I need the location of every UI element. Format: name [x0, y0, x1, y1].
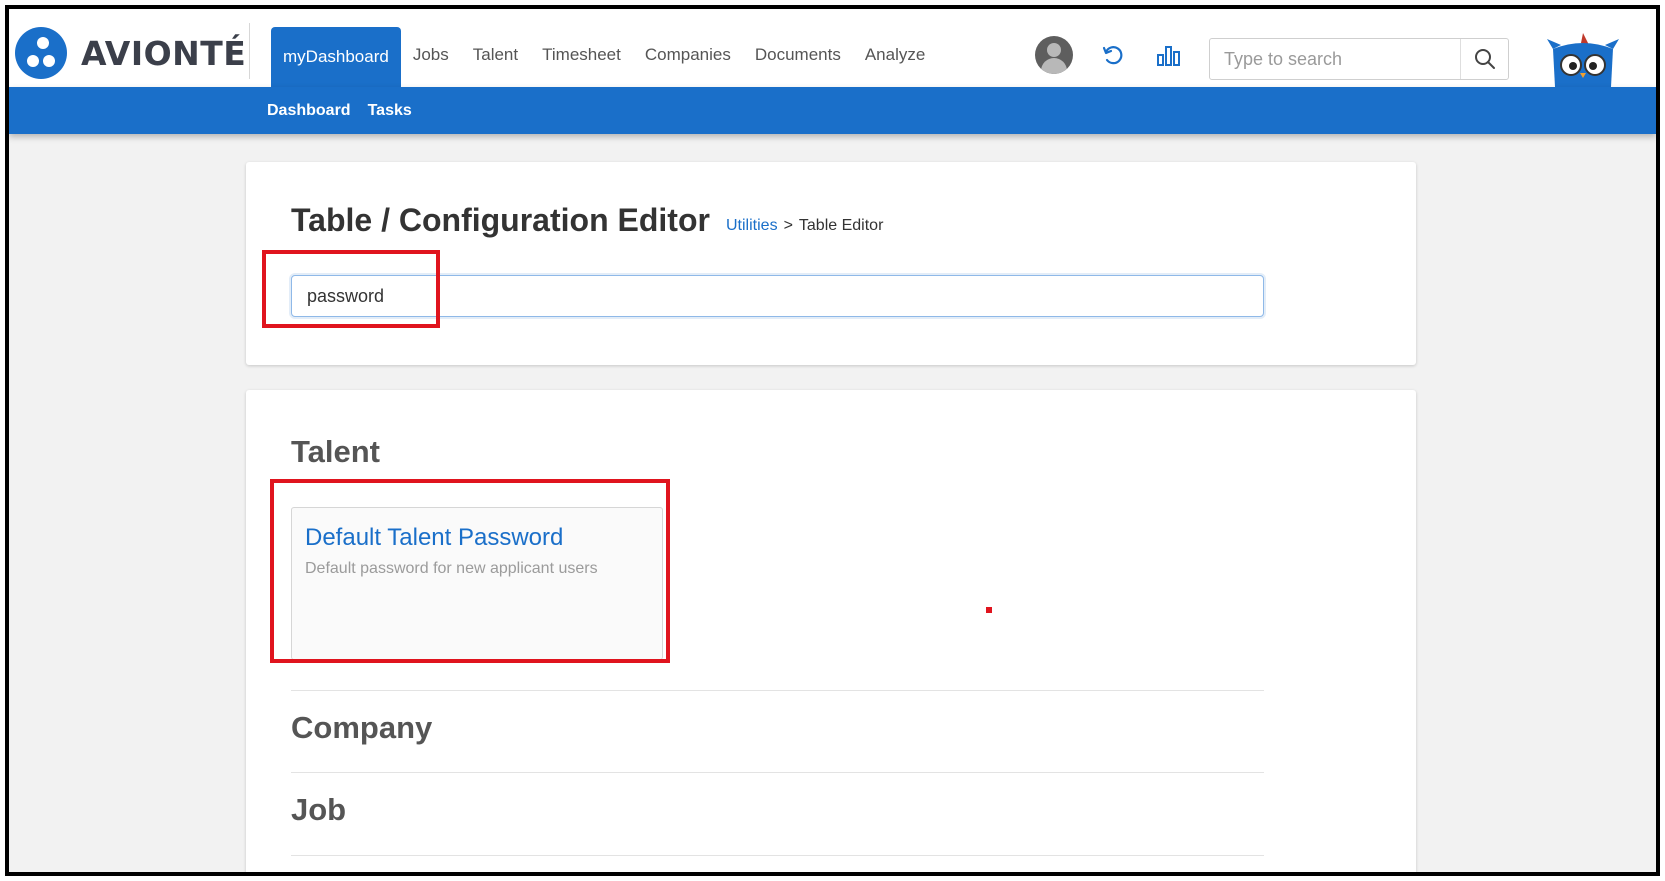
- section-title-talent: Talent: [291, 434, 380, 469]
- search-icon[interactable]: [1460, 39, 1508, 79]
- annotation-dot: [986, 607, 992, 613]
- brand-logo[interactable]: AVIONTÉ: [15, 27, 246, 79]
- breadcrumb: Utilities > Table Editor: [726, 217, 883, 235]
- brand-name: AVIONTÉ: [81, 33, 247, 73]
- sub-nav-bar: Dashboard Tasks: [9, 87, 1656, 134]
- main-nav: myDashboard Jobs Talent Timesheet Compan…: [271, 27, 937, 87]
- section-divider: [291, 855, 1264, 856]
- section-divider: [291, 690, 1264, 691]
- subnav-item-tasks[interactable]: Tasks: [368, 102, 412, 120]
- nav-item-companies[interactable]: Companies: [633, 27, 743, 83]
- annotation-box-result: [270, 479, 670, 663]
- header-divider: [249, 23, 250, 79]
- nav-item-talent[interactable]: Talent: [461, 27, 530, 83]
- section-title-job: Job: [291, 792, 347, 827]
- section-title-company: Company: [291, 710, 433, 745]
- annotation-box-filter: [262, 250, 440, 328]
- owl-mascot-icon[interactable]: [1543, 31, 1623, 87]
- nav-item-documents[interactable]: Documents: [743, 27, 853, 83]
- nav-item-mydashboard[interactable]: myDashboard: [271, 27, 401, 87]
- bar-chart-icon[interactable]: [1155, 41, 1183, 69]
- screenshot-frame: AVIONTÉ myDashboard Jobs Talent Timeshee…: [5, 5, 1660, 876]
- page-title: Table / Configuration Editor: [291, 202, 710, 238]
- breadcrumb-link-utilities[interactable]: Utilities: [726, 217, 778, 234]
- section-divider: [291, 772, 1264, 773]
- breadcrumb-separator: >: [783, 217, 793, 234]
- nav-item-jobs[interactable]: Jobs: [401, 27, 461, 83]
- global-search: [1209, 38, 1509, 80]
- global-search-input[interactable]: [1210, 39, 1460, 79]
- sub-nav: Dashboard Tasks: [267, 87, 429, 134]
- nav-item-analyze[interactable]: Analyze: [853, 27, 937, 83]
- avionte-logo-icon: [15, 27, 67, 79]
- breadcrumb-current: Table Editor: [798, 217, 884, 234]
- nav-item-timesheet[interactable]: Timesheet: [530, 27, 633, 83]
- subnav-item-dashboard[interactable]: Dashboard: [267, 102, 351, 120]
- top-header: AVIONTÉ myDashboard Jobs Talent Timeshee…: [9, 9, 1656, 87]
- refresh-icon[interactable]: [1099, 41, 1127, 69]
- user-avatar-icon[interactable]: [1035, 36, 1073, 74]
